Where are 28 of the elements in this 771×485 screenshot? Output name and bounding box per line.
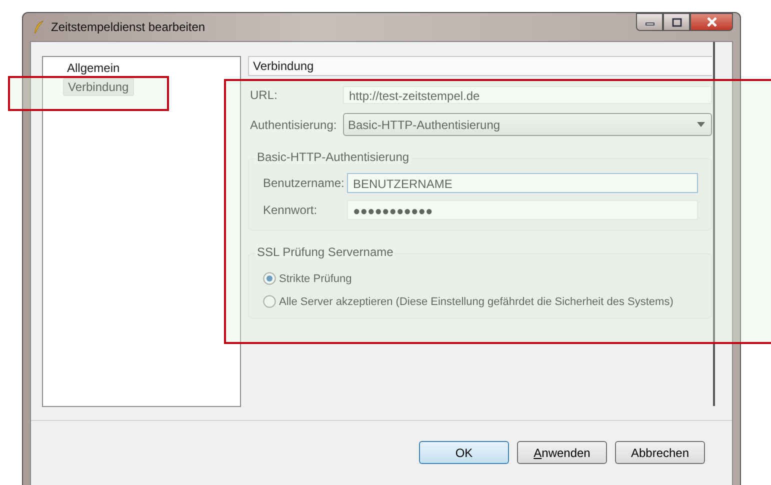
input-field[interactable]: BENUTZERNAME [347, 173, 698, 193]
close-button[interactable] [690, 13, 733, 31]
window-title: Zeitstempeldienst bearbeiten [51, 20, 206, 34]
page-header: Verbindung [248, 56, 712, 76]
radio-label: Strikte Prüfung [279, 272, 352, 284]
dialog-button[interactable]: OK [419, 441, 509, 464]
field-label: Kennwort: [263, 203, 318, 217]
field-label: Authentisierung: [250, 118, 338, 132]
sidebar-item[interactable]: Verbindung [63, 78, 134, 96]
close-icon [706, 17, 718, 27]
dialog-button[interactable]: Abbrechen [615, 441, 705, 464]
maximize-button[interactable] [663, 13, 690, 31]
maximize-icon [672, 18, 682, 26]
group-title: Basic-HTTP-Authentisierung [255, 150, 412, 164]
input-field[interactable]: ●●●●●●●●●●● [347, 200, 698, 220]
radio-button[interactable] [263, 272, 276, 285]
dialog-button[interactable]: Anwenden [517, 441, 607, 464]
sidebar-item[interactable]: Allgemein [63, 60, 124, 76]
radio-label: Alle Server akzeptieren (Diese Einstellung gefährdet die Sicherheit des Systems) [279, 296, 674, 308]
group-title: SSL Prüfung Servername [255, 245, 396, 259]
radio-button[interactable] [263, 295, 276, 308]
field-label: Benutzername: [263, 176, 346, 190]
url-field[interactable]: http://test-zeitstempel.de [343, 86, 712, 104]
dropdown-arrow-icon [697, 122, 705, 127]
auth-dropdown[interactable]: Basic-HTTP-Authentisierung [343, 113, 712, 136]
minimize-button[interactable] [636, 13, 663, 31]
field-label: URL: [250, 88, 278, 102]
feather-icon [33, 20, 45, 34]
